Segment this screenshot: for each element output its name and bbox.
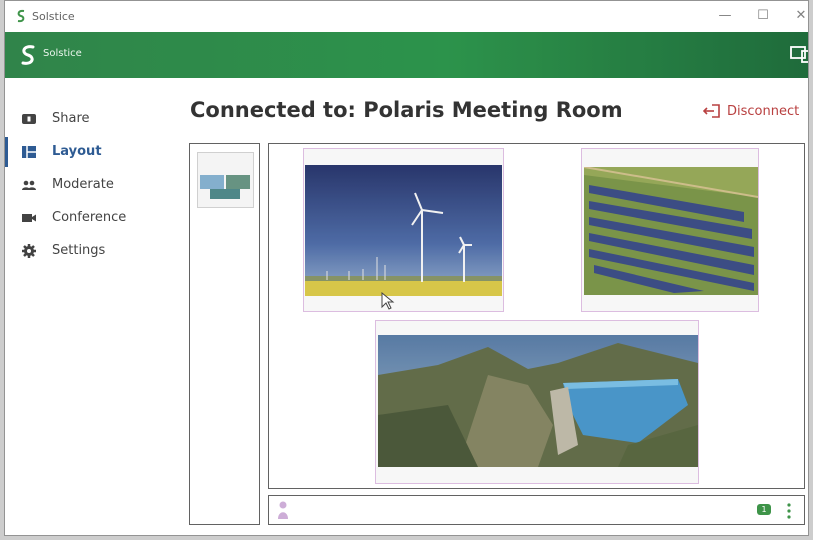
dam-lake-image — [378, 335, 698, 467]
solar-farm-image — [584, 167, 758, 295]
app-window: Solstice — ☐ ✕ Solstice Share Layout Mod… — [4, 0, 809, 536]
content-post-solar-panels[interactable] — [581, 148, 759, 312]
thumbnails-panel — [189, 143, 260, 525]
solstice-logo-icon — [17, 9, 25, 23]
device-icon[interactable] — [790, 45, 809, 63]
sidebar-item-label: Settings — [52, 243, 106, 258]
sidebar-item-share[interactable]: Share — [5, 104, 175, 134]
disconnect-label: Disconnect — [727, 104, 800, 119]
brand-name: Solstice — [43, 48, 82, 59]
camera-icon — [22, 214, 36, 222]
sidebar-item-layout[interactable]: Layout — [5, 137, 175, 167]
close-button[interactable]: ✕ — [791, 7, 808, 25]
layout-canvas — [268, 143, 805, 489]
content-post-wind-turbines[interactable] — [303, 148, 504, 312]
thumbnail-preview-image — [198, 153, 253, 207]
solstice-brand-logo-icon — [21, 45, 35, 65]
participant-bar: 1 — [268, 495, 805, 525]
sidebar: Share Layout Moderate Conference Setting… — [5, 78, 185, 535]
wind-turbine-image — [305, 165, 502, 296]
people-icon — [22, 180, 36, 190]
share-icon — [22, 114, 36, 124]
title-bar: Solstice — ☐ ✕ — [5, 1, 808, 32]
gear-icon — [22, 244, 36, 258]
participant-icon[interactable] — [277, 500, 289, 520]
sidebar-item-label: Layout — [52, 144, 102, 159]
sidebar-item-label: Moderate — [52, 177, 114, 192]
content-post-dam-lake[interactable] — [375, 320, 699, 484]
sidebar-item-settings[interactable]: Settings — [5, 236, 175, 266]
more-options-icon[interactable] — [786, 502, 792, 520]
layout-thumbnail[interactable] — [197, 152, 254, 208]
app-header: Solstice — [5, 32, 808, 78]
sidebar-item-moderate[interactable]: Moderate — [5, 170, 175, 200]
participant-count-badge: 1 — [757, 504, 771, 515]
sidebar-item-label: Conference — [52, 210, 127, 225]
sidebar-item-label: Share — [52, 111, 90, 126]
window-title: Solstice — [32, 10, 75, 23]
minimize-button[interactable]: — — [715, 7, 735, 25]
exit-icon — [703, 104, 720, 118]
maximize-button[interactable]: ☐ — [753, 7, 773, 25]
sidebar-item-conference[interactable]: Conference — [5, 203, 175, 233]
disconnect-button[interactable]: Disconnect — [703, 102, 803, 122]
layout-icon — [22, 146, 36, 158]
page-title: Connected to: Polaris Meeting Room — [190, 98, 623, 122]
mouse-cursor-icon — [381, 292, 395, 310]
